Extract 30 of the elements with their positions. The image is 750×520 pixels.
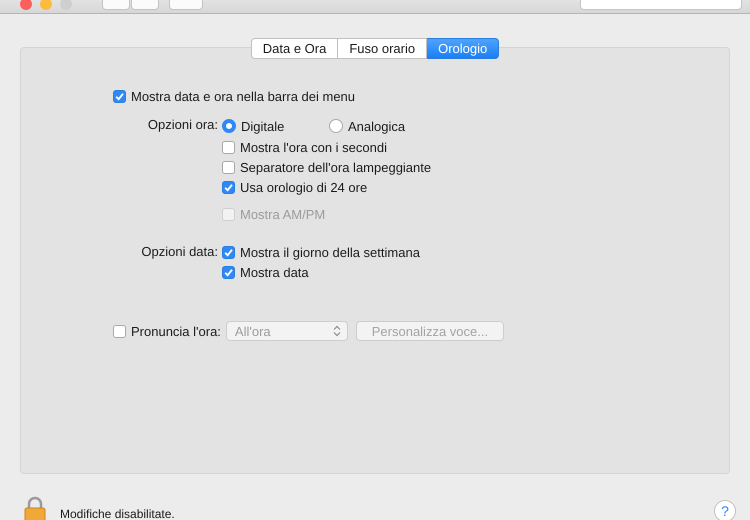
checkbox[interactable] bbox=[113, 324, 126, 338]
padlock-icon[interactable] bbox=[24, 495, 46, 520]
checkbox[interactable] bbox=[222, 140, 235, 154]
lock-status-text: Modifiche disabilitate. bbox=[60, 507, 175, 520]
close-button[interactable] bbox=[20, 0, 32, 10]
up-down-arrows-icon bbox=[332, 325, 341, 337]
checkbox[interactable] bbox=[222, 266, 235, 278]
checkbox-label: Usa orologio di 24 ore bbox=[240, 180, 368, 194]
checkbox-label: Mostra il giorno della settimana bbox=[240, 244, 420, 260]
tab[interactable]: Data e Ora bbox=[250, 38, 338, 59]
checkbox-label: Mostra data bbox=[240, 264, 309, 280]
minimize-button[interactable] bbox=[40, 0, 52, 10]
radio-button[interactable] bbox=[222, 119, 236, 133]
checkbox-label: Separatore dell'ora lampeggiante bbox=[240, 160, 432, 174]
checkbox-label: Pronuncia l'ora: bbox=[131, 324, 221, 338]
checkbox[interactable] bbox=[222, 180, 235, 194]
radio-label: Analogica bbox=[348, 118, 406, 134]
checkbox-label: Mostra data e ora nella barra dei menu bbox=[131, 88, 356, 104]
tab[interactable]: Orologio bbox=[427, 38, 500, 59]
tab[interactable]: Fuso orario bbox=[338, 38, 428, 59]
radio-label: Digitale bbox=[241, 118, 284, 134]
checkbox[interactable] bbox=[222, 246, 235, 258]
checkbox[interactable] bbox=[222, 160, 235, 174]
help-button[interactable]: ? bbox=[714, 500, 736, 520]
checkbox[interactable] bbox=[113, 90, 126, 102]
radio-button[interactable] bbox=[329, 119, 343, 133]
date-options-label: Opzioni data: bbox=[140, 243, 218, 261]
checkbox-label: Mostra l'ora con i secondi bbox=[240, 140, 387, 154]
checkbox-label: Mostra AM/PM bbox=[240, 206, 326, 222]
time-options-label: Opzioni ora: bbox=[146, 116, 218, 134]
